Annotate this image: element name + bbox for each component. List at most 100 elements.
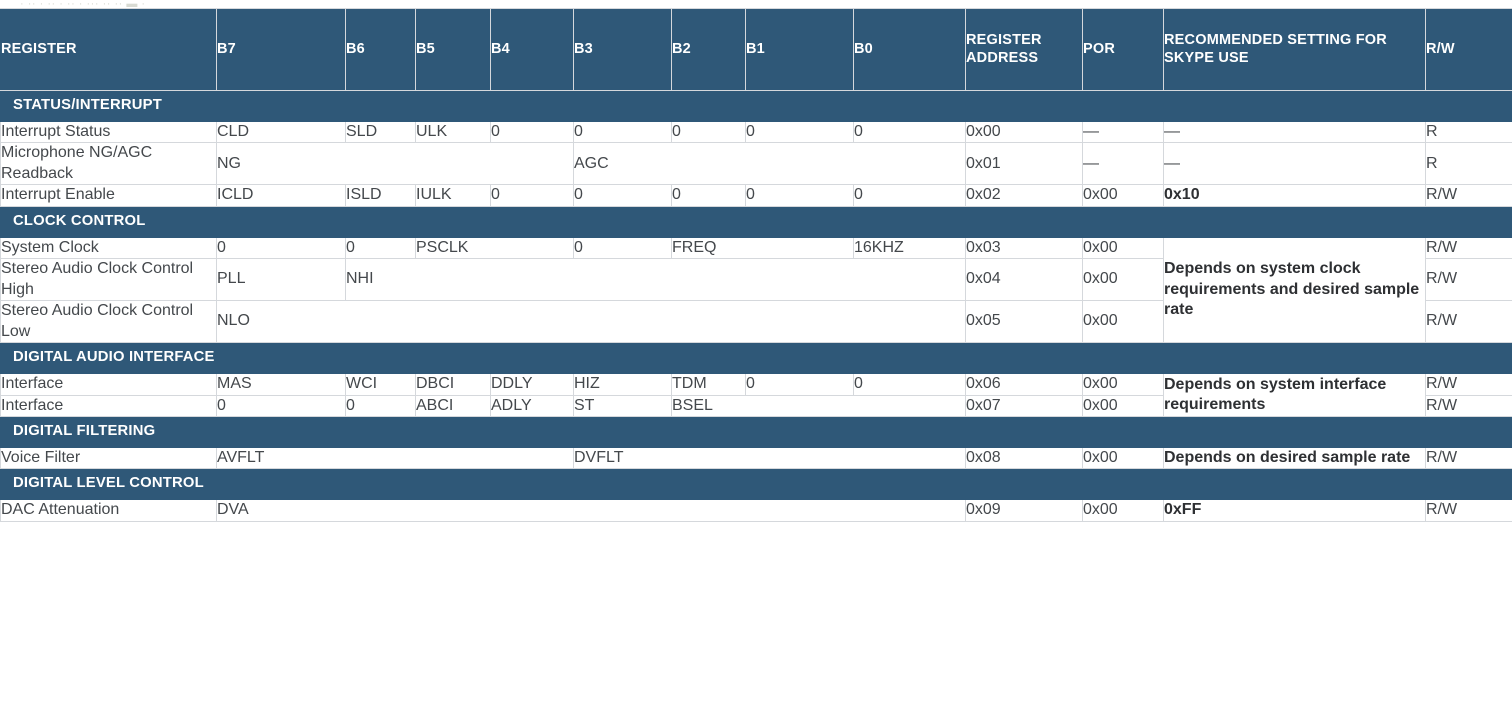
section-title: DIGITAL FILTERING [0,415,1512,448]
table-row: Interrupt Status CLD SLD ULK 0 0 0 0 0 0x00— — R [0,120,1512,144]
bit-cell: ISLD [345,184,416,207]
recommended-setting: — [1163,120,1426,144]
bit-cell: 0 [745,373,854,396]
bit-cell: 0 [671,120,746,144]
bit-cell: PSCLK [415,236,574,260]
table-row: Interface MAS WCI DBCI DDLY HIZ TDM 0 0 0x06 0x00 D… [0,373,1512,417]
por-value: — [1082,142,1164,186]
recommended-setting: Depends on desired sample rate [1163,446,1426,470]
bit-cell: 16KHZ [853,236,966,260]
read-write-flag: R/W [1425,394,1512,417]
section-band: CLOCK CONTROL [0,205,1512,238]
por-value: 0x00 [1082,236,1164,260]
bit-cell: ST [573,394,672,417]
column-header-register: REGISTER [0,8,217,91]
bit-cell: 0 [853,120,966,144]
bit-cell: FREQ [671,236,854,260]
bit-cell: PLL [216,258,346,302]
section-title: DIGITAL AUDIO INTERFACE [0,342,1512,375]
por-value: 0x00 [1082,184,1164,207]
bit-cell: ICLD [216,184,346,207]
bit-cell: BSEL [671,394,966,417]
recommended-setting: Depends on system interface requirements [1163,373,1426,417]
bit-cell: AVFLT [216,446,574,470]
read-write-flag: R/W [1425,236,1512,260]
register-address: 0x09 [965,499,1083,522]
section-title: DIGITAL LEVEL CONTROL [0,468,1512,501]
por-value: 0x00 [1082,258,1164,302]
register-name: System Clock [0,236,217,260]
column-header-address: REGISTER ADDRESS [965,8,1083,91]
bit-cell: 0 [345,236,416,260]
bit-cell: NHI [345,258,966,302]
bit-cell: 0 [853,373,966,396]
table-row: System Clock 0 0 PSCLK 0 FREQ 16KHZ 0x03 0x00 Dep… [0,236,1512,344]
bit-cell: DBCI [415,373,491,396]
bit-cell: 0 [745,184,854,207]
bit-cell: MAS [216,373,346,396]
register-address: 0x01 [965,142,1083,186]
column-header-b5: B5 [415,8,491,91]
register-address: 0x03 [965,236,1083,260]
column-header-rw: R/W [1425,8,1512,91]
por-value: — [1082,120,1164,144]
read-write-flag: R/W [1425,258,1512,302]
register-address: 0x05 [965,300,1083,344]
section-band: DIGITAL LEVEL CONTROL [0,468,1512,501]
bit-cell: WCI [345,373,416,396]
section-title: CLOCK CONTROL [0,205,1512,238]
register-name: Interrupt Status [0,120,217,144]
bit-cell: 0 [345,394,416,417]
column-header-b3: B3 [573,8,672,91]
column-header-b7: B7 [216,8,346,91]
bit-cell: 0 [671,184,746,207]
bit-cell: 0 [490,120,574,144]
register-name: Microphone NG/AGC Readback [0,142,217,186]
bit-cell: ADLY [490,394,574,417]
bit-cell: DVFLT [573,446,966,470]
register-address: 0x04 [965,258,1083,302]
bit-cell: 0 [216,236,346,260]
cut-off-text-strip: · ·· · ·· · ·· · ··· ·· ·· ▬ · [20,0,146,8]
table-row: Interrupt Enable ICLD ISLD IULK 0 0 0 0 0 0x02 0x0… [0,184,1512,207]
recommended-setting: Depends on system clock requirements and… [1163,236,1426,344]
bit-cell: ABCI [415,394,491,417]
bit-cell: DDLY [490,373,574,396]
por-value: 0x00 [1082,499,1164,522]
read-write-flag: R [1425,142,1512,186]
column-header-b0: B0 [853,8,966,91]
bit-cell: TDM [671,373,746,396]
section-band: DIGITAL AUDIO INTERFACE [0,342,1512,375]
bit-cell: IULK [415,184,491,207]
recommended-setting: 0xFF [1163,499,1426,522]
bit-cell: ULK [415,120,491,144]
bit-cell: HIZ [573,373,672,396]
register-name: DAC Attenuation [0,499,217,522]
recommended-setting: — [1163,142,1426,186]
table-body: STATUS/INTERRUPT Interrupt Status CLD SLD UL… [0,90,1512,522]
read-write-flag: R/W [1425,446,1512,470]
section-band: STATUS/INTERRUPT [0,90,1512,122]
read-write-flag: R/W [1425,300,1512,344]
column-header-b2: B2 [671,8,746,91]
por-value: 0x00 [1082,300,1164,344]
bit-cell: 0 [216,394,346,417]
bit-cell: DVA [216,499,966,522]
section-band: DIGITAL FILTERING [0,415,1512,448]
bit-cell: 0 [853,184,966,207]
register-name: Voice Filter [0,446,217,470]
column-header-recommended: RECOMMENDED SETTING FOR SKYPE USE [1163,8,1426,91]
register-name: Interface [0,394,217,417]
read-write-flag: R/W [1425,184,1512,207]
bit-cell: 0 [490,184,574,207]
register-address: 0x08 [965,446,1083,470]
register-name: Stereo Audio Clock Control High [0,258,217,302]
register-address: 0x07 [965,394,1083,417]
bit-cell: 0 [573,120,672,144]
read-write-flag: R [1425,120,1512,144]
register-name: Interface [0,373,217,396]
register-address: 0x06 [965,373,1083,396]
bit-cell: NG [216,142,574,186]
header-row: REGISTER B7 B6 B5 B4 B3 B2 B1 B0 REGISTER ADDRESS… [0,8,1512,91]
column-header-por: POR [1082,8,1164,91]
